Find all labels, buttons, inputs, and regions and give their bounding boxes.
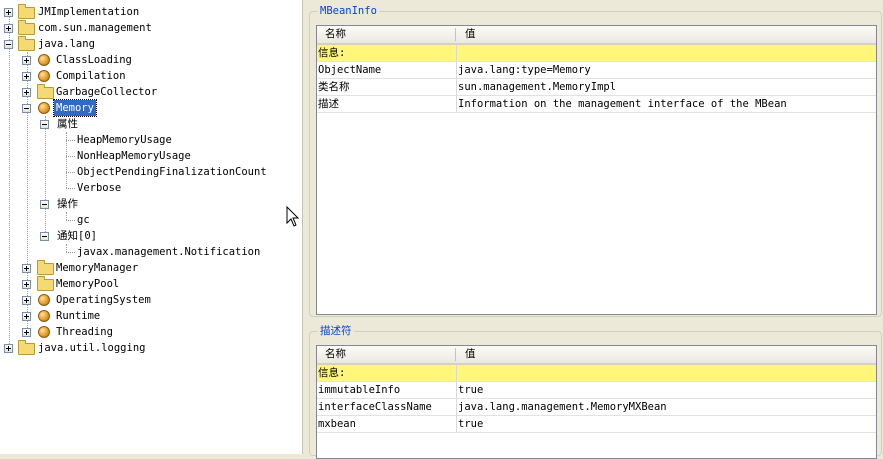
cell-value: true [458, 418, 484, 430]
table-row[interactable]: immutableInfo true [317, 382, 876, 399]
folder-icon [18, 20, 35, 35]
folder-icon [37, 260, 54, 275]
expand-icon[interactable] [22, 296, 31, 305]
tree-node-label: Threading [56, 326, 113, 338]
cell-name: interfaceClassName [318, 401, 432, 413]
cell-name: 类名称 [318, 81, 350, 93]
tree-node-label: JMImplementation [38, 6, 140, 18]
expand-icon[interactable] [22, 56, 31, 65]
mbeaninfo-group: MBeanInfo 名称 值 信息: ObjectName java.lang:… [309, 5, 882, 317]
folder-icon [18, 340, 35, 355]
tree-node-label: 属性 [57, 118, 78, 130]
table-row[interactable]: 类名称 sun.management.MemoryImpl [317, 79, 876, 96]
tree-node-label: java.lang [38, 38, 95, 50]
folder-open-icon [18, 36, 35, 51]
table-row[interactable]: interfaceClassName java.lang.management.… [317, 399, 876, 416]
tree-node-label: GarbageCollector [56, 86, 158, 98]
expand-icon[interactable] [4, 344, 13, 353]
column-header-name[interactable]: 名称 [325, 26, 346, 43]
descriptor-title: 描述符 [318, 325, 354, 337]
tree-node-label: ObjectPendingFinalizationCount [77, 166, 267, 178]
mouse-cursor-icon [286, 206, 300, 227]
table-row[interactable]: 信息: [317, 45, 876, 62]
cell-value: Information on the management interface … [458, 98, 787, 110]
folder-icon [37, 84, 54, 99]
tree-node-label: java.util.logging [38, 342, 146, 354]
cell-value: true [458, 384, 484, 396]
folder-icon [37, 276, 54, 291]
tree-node-label: Memory [53, 99, 97, 117]
tree-node-label: NonHeapMemoryUsage [77, 150, 191, 162]
mbeaninfo-table[interactable]: 名称 值 信息: ObjectName java.lang:type=Memor… [316, 25, 877, 315]
column-header-name[interactable]: 名称 [325, 346, 346, 363]
expand-icon[interactable] [22, 280, 31, 289]
tree-node-label: MemoryPool [56, 278, 120, 290]
collapse-icon[interactable] [40, 232, 49, 241]
tree-node-label: HeapMemoryUsage [77, 134, 172, 146]
expand-icon[interactable] [22, 312, 31, 321]
tree-node-label: Compilation [56, 70, 126, 82]
bean-icon [38, 310, 50, 322]
descriptor-table[interactable]: 名称 值 信息: immutableInfo true interfaceCla… [316, 345, 877, 459]
bean-icon [38, 70, 50, 82]
tree-node-label: javax.management.Notification [77, 246, 261, 258]
bean-icon [38, 102, 50, 114]
table-row[interactable]: 描述 Information on the management interfa… [317, 96, 876, 113]
mbeaninfo-title: MBeanInfo [318, 5, 379, 17]
tree-node-label: Runtime [56, 310, 101, 322]
bean-icon [38, 294, 50, 306]
table-row[interactable]: 信息: [317, 365, 876, 382]
tree-node-label: MemoryManager [56, 262, 139, 274]
collapse-icon[interactable] [22, 104, 31, 113]
tree-node-label: gc [77, 214, 90, 226]
cell-name: 信息: [318, 367, 346, 379]
expand-icon[interactable] [22, 88, 31, 97]
table-row[interactable]: mxbean true [317, 416, 876, 433]
column-header-value[interactable]: 值 [465, 26, 476, 43]
tree-node-label: OperatingSystem [56, 294, 151, 306]
folder-icon [18, 4, 35, 19]
table-row[interactable]: ObjectName java.lang:type=Memory [317, 62, 876, 79]
bean-icon [38, 326, 50, 338]
tree-node-label: com.sun.management [38, 22, 152, 34]
cell-name: immutableInfo [318, 384, 401, 396]
descriptor-group: 描述符 名称 值 信息: immutableInfo true interfac… [309, 325, 882, 459]
tree-node-label: 通知[0] [57, 230, 97, 242]
cell-value: java.lang:type=Memory [458, 64, 591, 76]
cell-value: sun.management.MemoryImpl [458, 81, 617, 93]
expand-icon[interactable] [4, 8, 13, 17]
collapse-icon[interactable] [4, 40, 13, 49]
expand-icon[interactable] [22, 328, 31, 337]
mbean-tree[interactable]: JMImplementation com.sun.management java… [0, 0, 303, 454]
expand-icon[interactable] [4, 24, 13, 33]
cell-value: java.lang.management.MemoryMXBean [458, 401, 667, 413]
tree-node-label: 操作 [57, 198, 78, 210]
cell-name: mxbean [318, 418, 356, 430]
tree-node-label: Verbose [77, 182, 122, 194]
collapse-icon[interactable] [40, 200, 49, 209]
cell-name: 描述 [318, 98, 339, 110]
expand-icon[interactable] [22, 72, 31, 81]
tree-node-label: ClassLoading [56, 54, 132, 66]
expand-icon[interactable] [22, 264, 31, 273]
table-header: 名称 值 [317, 346, 876, 365]
collapse-icon[interactable] [40, 120, 49, 129]
table-header: 名称 值 [317, 26, 876, 45]
cell-name: 信息: [318, 47, 346, 59]
bean-icon [38, 54, 50, 66]
column-header-value[interactable]: 值 [465, 346, 476, 363]
cell-name: ObjectName [318, 64, 382, 76]
